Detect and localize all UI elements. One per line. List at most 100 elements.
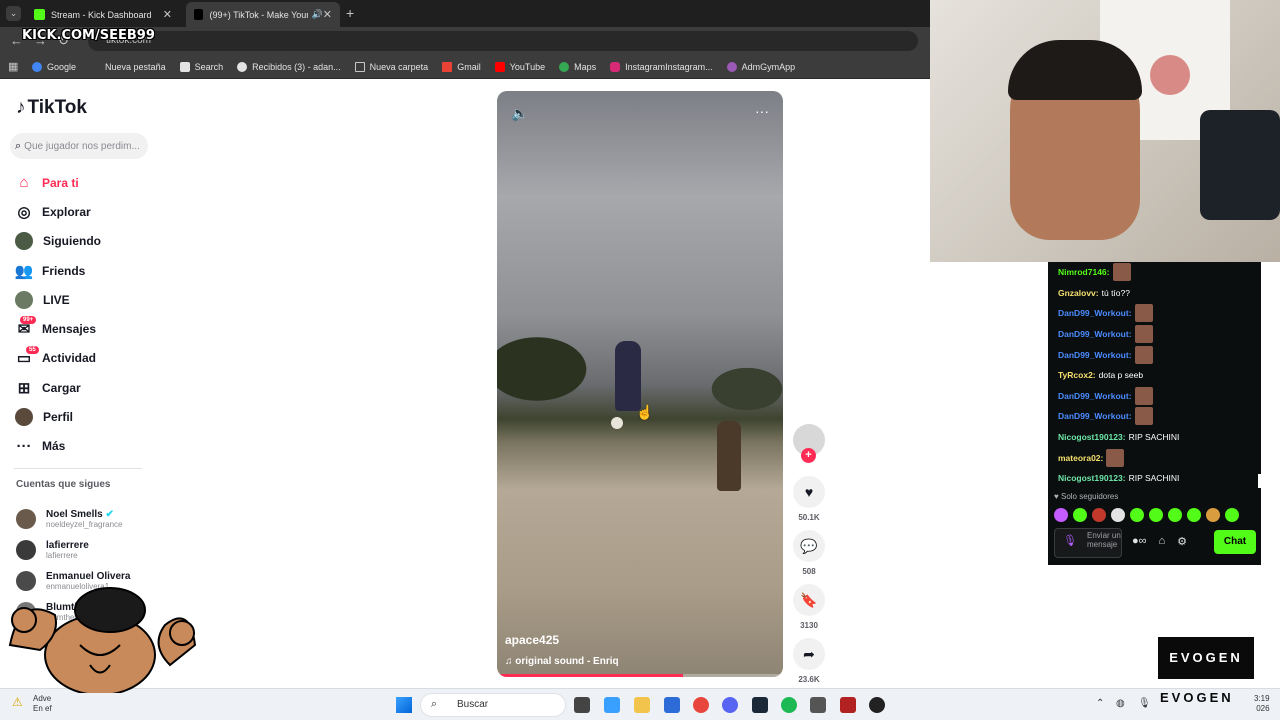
store-app-icon[interactable] [664, 697, 680, 713]
clock[interactable]: 3:19 026 [1254, 694, 1270, 714]
obs-icon[interactable] [869, 697, 885, 713]
following-item[interactable]: lafierrere lafierrere [16, 534, 130, 565]
close-tab-icon[interactable]: ✕ [323, 8, 332, 21]
task-view-icon[interactable] [574, 697, 590, 713]
network-icon[interactable]: ◍ [1116, 698, 1125, 709]
nav-explorar[interactable]: ◎ Explorar [14, 197, 154, 226]
microphone-tray-icon[interactable]: 🎙 [1138, 698, 1151, 709]
chat-username[interactable]: DanD99_Workout: [1058, 350, 1132, 360]
bookmark-google[interactable]: Google [32, 61, 76, 72]
notification-text[interactable]: Adve En ef [33, 694, 52, 714]
video-author[interactable]: apace425 [505, 633, 559, 647]
chat-username[interactable]: DanD99_Workout: [1058, 411, 1132, 421]
chat-username[interactable]: DanD99_Workout: [1058, 391, 1132, 401]
chat-username[interactable]: Nimrod7146: [1058, 267, 1110, 277]
chat-username[interactable]: DanD99_Workout: [1058, 329, 1132, 339]
tray-chevron-icon[interactable]: ⌃ [1096, 698, 1104, 709]
nav-actividad[interactable]: ▭ 55 Actividad [14, 344, 154, 373]
chat-username[interactable]: Gnzalovv: [1058, 288, 1099, 298]
tab-kick-dashboard[interactable]: Stream - Kick Dashboard ✕ [26, 2, 180, 27]
video-scene-ball [611, 417, 623, 429]
tiktok-logo[interactable]: ♪ TikTok [16, 97, 87, 119]
chat-username[interactable]: Nicogost190123: [1058, 432, 1126, 442]
save-button[interactable]: 🔖 3130 [793, 584, 825, 630]
chat-username[interactable]: TyRcox2: [1058, 370, 1096, 380]
speaker-icon[interactable]: 🔊 [312, 9, 323, 20]
gear-icon[interactable]: ⚙ [1177, 535, 1187, 548]
discord-icon[interactable] [722, 697, 738, 713]
tab-search-button[interactable]: ⌄ [6, 6, 21, 21]
chat-username[interactable]: mateora02: [1058, 453, 1103, 463]
app-icon[interactable] [810, 697, 826, 713]
evogen-logo: EVOGEN [1158, 637, 1254, 679]
emote-icon[interactable] [1130, 508, 1144, 522]
file-explorer-icon[interactable] [634, 697, 650, 713]
taskbar-search-label: Buscar [457, 699, 489, 710]
emote-icon[interactable] [1149, 508, 1163, 522]
steam-icon[interactable] [752, 697, 768, 713]
chat-send-button[interactable]: Chat [1214, 530, 1256, 554]
nav-label: Siguiendo [43, 234, 101, 249]
search-icon: ⌕ [15, 139, 22, 152]
video-sound[interactable]: ♫ original sound - Enriq [505, 656, 619, 667]
bookmark-new-tab[interactable]: Nueva pestaña [90, 61, 166, 72]
video-player[interactable]: 🔈 ··· apace425 ♫ original sound - Enriq [497, 91, 783, 677]
emote-icon[interactable] [1225, 508, 1239, 522]
emote-icon[interactable] [1168, 508, 1182, 522]
chat-message-input[interactable]: 🎙 Enviar un mensaje [1054, 528, 1122, 558]
nav-para-ti[interactable]: ⌂ Para ti [14, 168, 154, 197]
bookmark-label: InstagramInstagram... [625, 61, 713, 72]
comment-button[interactable]: 💬 508 [793, 530, 825, 576]
emote-icon[interactable] [1187, 508, 1201, 522]
bookmark-search[interactable]: Search [179, 61, 223, 72]
video-progress-bar[interactable] [497, 674, 683, 677]
emote-icon[interactable] [1111, 508, 1125, 522]
apps-grid-icon[interactable]: ▦ [8, 61, 18, 72]
store-icon[interactable]: ⌂ [1159, 535, 1166, 548]
bookmark-inbox[interactable]: Recibidos (3) - adan... [237, 61, 341, 72]
chat-mode-label: Solo seguidores [1060, 492, 1119, 501]
new-tab-button[interactable]: + [346, 5, 354, 21]
nav-cargar[interactable]: ⊞ Cargar [14, 373, 154, 402]
points-icon[interactable]: ●∞ [1132, 535, 1147, 548]
emote-icon [1112, 263, 1131, 282]
emote-icon[interactable] [1092, 508, 1106, 522]
bookmark-folder[interactable]: Nueva carpeta [354, 61, 428, 72]
close-tab-icon[interactable]: ✕ [163, 8, 172, 21]
nav-perfil[interactable]: Perfil [14, 402, 154, 431]
url-field[interactable]: tiktok.com [88, 31, 918, 51]
more-options-icon[interactable]: ··· [755, 103, 769, 119]
chrome-icon[interactable] [693, 697, 709, 713]
chat-username[interactable]: Nicogost190123: [1058, 473, 1126, 483]
share-button[interactable]: ➦ 23.6K [793, 638, 825, 684]
divider [14, 468, 142, 469]
windows-start-icon[interactable] [396, 697, 412, 713]
widgets-icon[interactable] [604, 697, 620, 713]
bookmark-maps[interactable]: Maps [559, 61, 596, 72]
creator-avatar[interactable]: + [793, 424, 825, 463]
nav-friends[interactable]: 👥 Friends [14, 256, 154, 285]
emote-icon[interactable] [1054, 508, 1068, 522]
taskbar-search[interactable]: ⌕ Buscar [420, 693, 566, 717]
like-button[interactable]: ♥ 50.1K [793, 476, 825, 522]
app-icon[interactable] [840, 697, 856, 713]
nav-live[interactable]: LIVE [14, 285, 154, 314]
chat-scrollbar[interactable] [1258, 474, 1261, 488]
spotify-icon[interactable] [781, 697, 797, 713]
tab-tiktok[interactable]: (99+) TikTok - Make Your Da 🔊 ✕ [186, 2, 340, 27]
nav-mas[interactable]: ··· Más [14, 432, 154, 461]
search-input[interactable]: ⌕ Que jugador nos perdim... [10, 133, 148, 159]
bookmark-gmail[interactable]: Gmail [442, 61, 481, 72]
volume-icon[interactable]: 🔈 [511, 105, 528, 122]
emote-icon[interactable] [1206, 508, 1220, 522]
nav-mensajes[interactable]: ✉ 99+ Mensajes [14, 314, 154, 343]
nav-siguiendo[interactable]: Siguiendo [14, 227, 154, 256]
emote-icon[interactable] [1073, 508, 1087, 522]
bookmark-youtube[interactable]: YouTube [494, 61, 545, 72]
chat-username[interactable]: DanD99_Workout: [1058, 308, 1132, 318]
warning-icon[interactable]: ⚠ [12, 695, 23, 709]
following-item[interactable]: Noel Smells ✔ noeldeyzel_fragrance [16, 503, 130, 534]
bookmark-instagram[interactable]: InstagramInstagram... [610, 61, 713, 72]
follow-plus-icon[interactable]: + [801, 448, 816, 463]
bookmark-admgymapp[interactable]: AdmGymApp [726, 61, 795, 72]
